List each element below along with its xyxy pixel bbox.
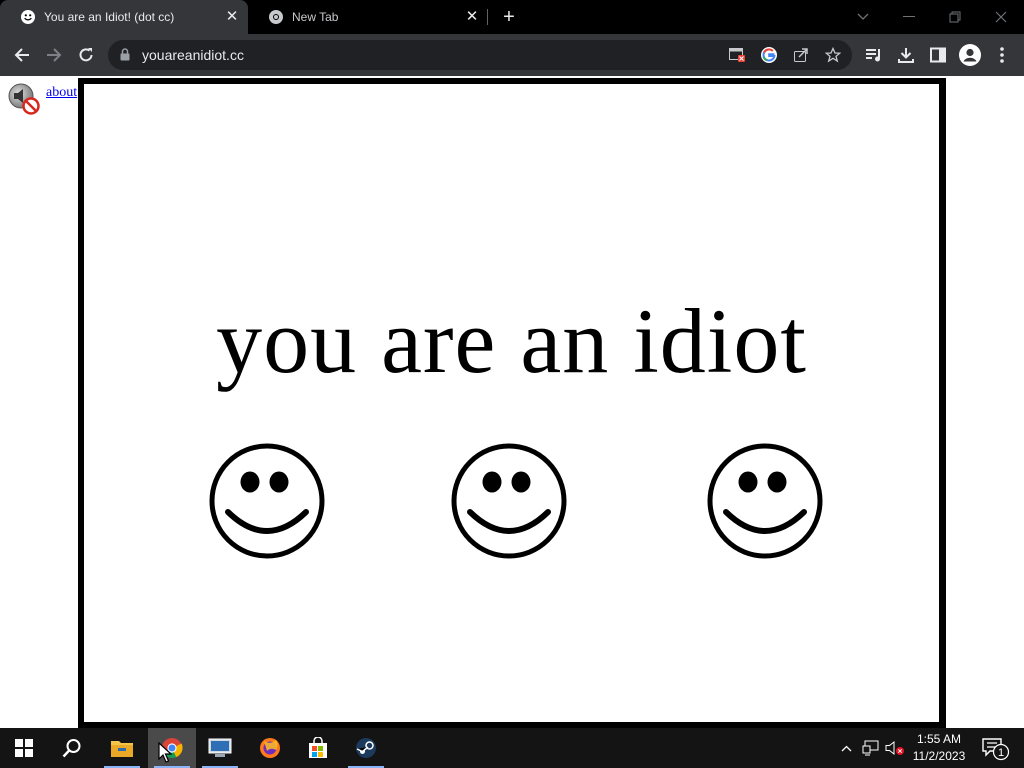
tab-close-icon[interactable]: ✕	[464, 9, 480, 25]
address-bar[interactable]: youareanidiot.cc	[108, 40, 852, 70]
side-panel-icon[interactable]	[924, 41, 952, 69]
tab-title: New Tab	[292, 10, 339, 24]
forward-arrow-icon[interactable]	[40, 41, 68, 69]
frame-content: you are an idiot	[84, 84, 939, 722]
idiot-frame: you are an idiot	[78, 78, 946, 728]
smiley-face-icon	[209, 443, 325, 559]
about-link[interactable]: about	[46, 85, 77, 100]
chrome-favicon-icon	[269, 10, 283, 24]
chrome-taskbar-icon[interactable]	[148, 728, 196, 768]
mouse-cursor-icon	[158, 742, 172, 763]
clock-date: 11/2/2023	[912, 749, 966, 763]
smiley-face-icon	[451, 443, 567, 559]
notification-count: 1	[998, 747, 1004, 759]
kebab-menu-icon[interactable]	[988, 41, 1016, 69]
remote-desktop-icon[interactable]	[196, 728, 244, 768]
tab-separator	[487, 9, 488, 25]
popup-blocked-icon[interactable]	[728, 46, 746, 64]
google-icon[interactable]	[760, 46, 778, 64]
profile-avatar-icon[interactable]	[956, 41, 984, 69]
microsoft-store-icon[interactable]	[294, 728, 342, 768]
windows-taskbar: 1:55 AM 11/2/2023 1	[0, 728, 1024, 768]
web-page: about legacy safe you are an idiot	[0, 76, 1024, 728]
steam-icon[interactable]	[342, 728, 390, 768]
bookmark-star-icon[interactable]	[824, 46, 842, 64]
tab-youareanidiot[interactable]: You are an Idiot! (dot cc) ✕	[0, 0, 248, 34]
notification-center-icon[interactable]: 1	[980, 734, 1010, 762]
headline-text: you are an idiot	[216, 290, 807, 392]
tab-search-chevron-icon[interactable]	[840, 0, 886, 34]
show-hidden-icons-chevron-icon[interactable]	[836, 728, 856, 768]
lock-icon[interactable]	[120, 48, 130, 61]
minimize-icon[interactable]	[886, 0, 932, 34]
muted-speaker-icon[interactable]	[7, 83, 41, 115]
smiley-face-icon	[707, 443, 823, 559]
back-arrow-icon[interactable]	[8, 41, 36, 69]
tab-title: You are an Idiot! (dot cc)	[44, 10, 175, 24]
search-icon[interactable]	[48, 728, 96, 768]
start-windows-icon[interactable]	[0, 728, 48, 768]
reload-icon[interactable]	[72, 41, 100, 69]
tab-strip: You are an Idiot! (dot cc) ✕ New Tab ✕ +	[0, 0, 1024, 34]
firefox-icon[interactable]	[246, 728, 294, 768]
url-text: youareanidiot.cc	[142, 47, 244, 63]
browser-toolbar: youareanidiot.cc	[0, 34, 1024, 76]
media-queue-icon[interactable]	[860, 41, 888, 69]
taskbar-clock[interactable]: 1:55 AM 11/2/2023	[906, 731, 972, 765]
share-icon[interactable]	[792, 46, 810, 64]
clock-time: 1:55 AM	[916, 732, 962, 746]
volume-muted-icon[interactable]	[884, 728, 906, 768]
tab-close-icon[interactable]: ✕	[224, 9, 240, 25]
download-icon[interactable]	[892, 41, 920, 69]
close-window-icon[interactable]	[978, 0, 1024, 34]
file-explorer-icon[interactable]	[98, 728, 146, 768]
tab-new-tab[interactable]: New Tab ✕	[248, 0, 488, 34]
smiley-favicon-icon	[21, 10, 35, 24]
network-icon[interactable]	[860, 728, 882, 768]
new-tab-plus-icon[interactable]: +	[498, 6, 520, 28]
restore-icon[interactable]	[932, 0, 978, 34]
